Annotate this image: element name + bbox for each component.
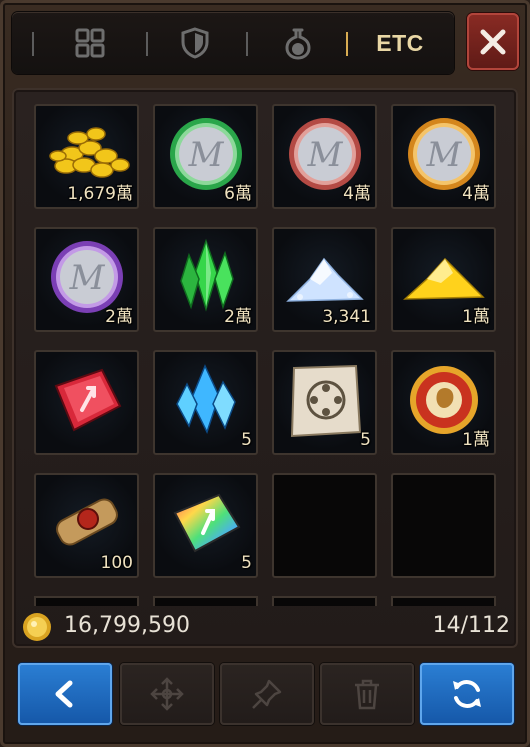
tab-etc-label: ETC <box>376 29 424 56</box>
action-bar <box>12 655 518 735</box>
item-grid: 1,679萬 M 6萬 M 4萬 M 4萬 M 2萬 2萬 3,341 1萬 5… <box>34 104 496 578</box>
item-quantity: 100 <box>100 553 133 573</box>
item-slot-orange-medal[interactable]: M 4萬 <box>391 104 496 209</box>
sort-button[interactable] <box>420 663 514 725</box>
tab-all[interactable] <box>50 12 130 74</box>
item-slot-red-stone[interactable] <box>34 350 139 455</box>
item-slot-lion-medal[interactable]: 1萬 <box>391 350 496 455</box>
svg-text:M: M <box>426 135 463 175</box>
svg-text:M: M <box>188 135 225 175</box>
item-slot-rainbow-stone[interactable]: 5 <box>153 473 258 578</box>
item-slot-empty[interactable] <box>391 473 496 578</box>
red-stone-icon <box>54 368 122 432</box>
item-slot-gold-coins[interactable]: 1,679萬 <box>34 104 139 209</box>
item-quantity: 2萬 <box>224 307 252 327</box>
tab-separator <box>146 32 148 56</box>
svg-text:M: M <box>307 135 344 175</box>
item-slot-parchment-scroll[interactable]: 100 <box>34 473 139 578</box>
grid-icon <box>75 28 105 58</box>
item-slot-partial[interactable] <box>391 596 496 606</box>
item-slot-partial[interactable] <box>34 596 139 606</box>
tab-etc[interactable]: ETC <box>360 12 440 74</box>
item-quantity: 4萬 <box>462 184 490 204</box>
rainbow-stone-icon <box>173 493 241 553</box>
item-slot-gold-powder[interactable]: 1萬 <box>391 227 496 332</box>
pin-icon <box>252 679 282 709</box>
item-quantity: 1萬 <box>462 307 490 327</box>
blue-crystal-icon <box>176 364 236 434</box>
tab-separator <box>32 32 34 56</box>
close-icon <box>480 29 506 54</box>
item-slot-partial[interactable] <box>153 596 258 606</box>
delete-button[interactable] <box>320 663 414 725</box>
move-button[interactable] <box>120 663 214 725</box>
gold-coin-icon <box>23 613 51 641</box>
back-button[interactable] <box>18 663 112 725</box>
item-slot-green-crystal[interactable]: 2萬 <box>153 227 258 332</box>
shield-icon <box>181 27 209 59</box>
refresh-icon <box>453 680 481 708</box>
map-scroll-icon <box>290 364 362 438</box>
item-quantity: 1萬 <box>462 430 490 450</box>
category-tab-bar: ETC <box>12 12 454 74</box>
svg-text:M: M <box>69 258 106 298</box>
tab-consumable[interactable] <box>258 12 338 74</box>
item-slot-purple-medal[interactable]: M 2萬 <box>34 227 139 332</box>
inventory-capacity: 14/112 <box>432 613 510 638</box>
tab-separator <box>246 32 248 56</box>
pin-button[interactable] <box>220 663 314 725</box>
tab-equipment[interactable] <box>155 12 235 74</box>
next-row-slots <box>34 596 514 606</box>
gold-amount: 16,799,590 <box>64 613 190 638</box>
item-quantity: 5 <box>241 430 252 450</box>
item-grid-panel: 1,679萬 M 6萬 M 4萬 M 4萬 M 2萬 2萬 3,341 1萬 5… <box>12 88 518 648</box>
item-quantity: 5 <box>360 430 371 450</box>
item-slot-red-medal[interactable]: M 4萬 <box>272 104 377 209</box>
potion-icon <box>285 28 311 60</box>
move-arrows-icon <box>150 677 184 711</box>
item-slot-partial[interactable] <box>272 596 377 606</box>
item-quantity: 2萬 <box>105 307 133 327</box>
item-quantity: 3,341 <box>322 307 371 327</box>
item-quantity: 1,679萬 <box>67 184 133 204</box>
inventory-window: ETC 1,679萬 M 6萬 M 4萬 M 4萬 M 2萬 2萬 3,341 … <box>0 0 530 747</box>
item-slot-empty[interactable] <box>272 473 377 578</box>
trash-icon <box>355 679 379 710</box>
item-slot-white-powder[interactable]: 3,341 <box>272 227 377 332</box>
chevron-left-icon <box>55 680 73 708</box>
item-quantity: 5 <box>241 553 252 573</box>
item-slot-green-medal[interactable]: M 6萬 <box>153 104 258 209</box>
item-quantity: 4萬 <box>343 184 371 204</box>
item-slot-blue-crystal[interactable]: 5 <box>153 350 258 455</box>
item-slot-map-scroll[interactable]: 5 <box>272 350 377 455</box>
item-quantity: 6萬 <box>224 184 252 204</box>
close-button[interactable] <box>467 13 519 70</box>
tab-separator-active <box>346 32 348 56</box>
